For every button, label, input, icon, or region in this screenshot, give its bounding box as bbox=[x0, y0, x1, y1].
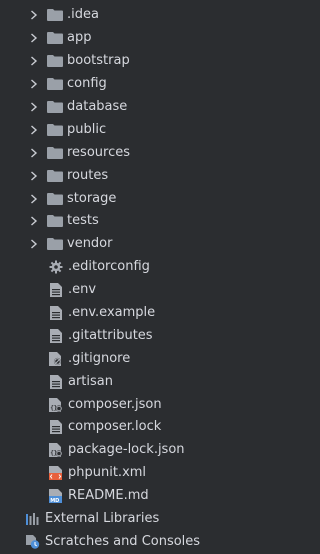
tree-file-label: .env bbox=[68, 282, 97, 298]
tree-file-label: phpunit.xml bbox=[68, 465, 147, 481]
tree-folder-resources[interactable]: resources bbox=[0, 141, 240, 164]
folder-icon bbox=[47, 31, 63, 45]
text-file-icon bbox=[48, 283, 64, 298]
folder-icon bbox=[47, 214, 63, 228]
tree-root-label: Scratches and Consoles bbox=[45, 533, 201, 549]
tree-file-label: README.md bbox=[68, 488, 149, 504]
tree-folder-label: public bbox=[67, 121, 107, 137]
folder-icon bbox=[47, 192, 63, 206]
chevron-right-icon[interactable] bbox=[29, 101, 39, 113]
chevron-right-icon[interactable] bbox=[29, 215, 39, 227]
tree-file-label: composer.json bbox=[68, 396, 162, 412]
tree-file-label: .env.example bbox=[68, 305, 156, 321]
tree-root-label: External Libraries bbox=[45, 511, 160, 527]
tree-external-libraries[interactable]: External Libraries bbox=[0, 508, 240, 531]
chevron-right-icon[interactable] bbox=[29, 193, 39, 205]
chevron-right-icon[interactable] bbox=[29, 170, 39, 182]
ignored-file-icon bbox=[48, 351, 64, 366]
tree-folder-label: vendor bbox=[67, 236, 113, 252]
tree-file-gitattributes[interactable]: .gitattributes bbox=[0, 324, 240, 347]
json-file-icon: {} bbox=[48, 397, 64, 412]
tree-folder-label: bootstrap bbox=[67, 53, 130, 69]
tree-file-label: .gitignore bbox=[68, 350, 131, 366]
folder-icon bbox=[47, 54, 63, 68]
markdown-file-icon: MD bbox=[48, 489, 64, 504]
folder-icon bbox=[47, 146, 63, 160]
tree-folder-idea[interactable]: .idea bbox=[0, 4, 240, 27]
tree-folder-label: app bbox=[67, 30, 92, 46]
tree-file-label: .gitattributes bbox=[68, 327, 153, 343]
tree-file-readme-md[interactable]: MD README.md bbox=[0, 485, 240, 508]
chevron-right-icon[interactable] bbox=[29, 238, 39, 250]
chevron-right-icon[interactable] bbox=[29, 9, 39, 21]
svg-text:MD: MD bbox=[50, 498, 59, 503]
tree-folder-routes[interactable]: routes bbox=[0, 164, 240, 187]
tree-folder-tests[interactable]: tests bbox=[0, 210, 240, 233]
tree-folder-bootstrap[interactable]: bootstrap bbox=[0, 50, 240, 73]
tree-scratches-and-consoles[interactable]: Scratches and Consoles bbox=[0, 530, 240, 553]
text-file-icon bbox=[48, 328, 64, 343]
folder-icon bbox=[47, 123, 63, 137]
tree-file-env-example[interactable]: .env.example bbox=[0, 302, 240, 325]
tree-file-label: composer.lock bbox=[68, 419, 162, 435]
chevron-right-icon[interactable] bbox=[29, 55, 39, 67]
scratches-icon bbox=[25, 534, 41, 549]
text-file-icon bbox=[48, 420, 64, 435]
tree-folder-storage[interactable]: storage bbox=[0, 187, 240, 210]
chevron-right-icon[interactable] bbox=[29, 78, 39, 90]
folder-icon bbox=[47, 237, 63, 251]
tree-folder-label: tests bbox=[67, 213, 99, 229]
tree-folder-label: database bbox=[67, 99, 128, 114]
tree-file-label: package-lock.json bbox=[68, 442, 185, 458]
tree-folder-label: config bbox=[67, 76, 107, 92]
folder-icon bbox=[47, 8, 63, 22]
tree-file-composer-json[interactable]: {} composer.json bbox=[0, 393, 240, 416]
tree-folder-vendor[interactable]: vendor bbox=[0, 233, 240, 256]
chevron-right-icon[interactable] bbox=[29, 124, 39, 136]
tree-file-env[interactable]: .env bbox=[0, 279, 240, 302]
gear-icon bbox=[48, 260, 64, 274]
text-file-icon bbox=[48, 374, 64, 389]
text-file-icon bbox=[48, 306, 64, 321]
json-file-icon: {} bbox=[48, 443, 64, 458]
project-tree-panel: .idea app bootstrap config database publ… bbox=[0, 0, 240, 554]
library-icon bbox=[25, 512, 41, 526]
tree-folder-label: routes bbox=[67, 167, 109, 183]
chevron-right-icon[interactable] bbox=[29, 32, 39, 44]
folder-icon bbox=[47, 100, 63, 114]
tree-folder-label: resources bbox=[67, 144, 131, 160]
folder-icon bbox=[47, 169, 63, 183]
tree-folder-label: storage bbox=[67, 190, 117, 206]
tree-file-artisan[interactable]: artisan bbox=[0, 370, 240, 393]
tree-file-composer-lock[interactable]: composer.lock bbox=[0, 416, 240, 439]
tree-file-gitignore[interactable]: .gitignore bbox=[0, 347, 240, 370]
tree-file-label: artisan bbox=[68, 373, 113, 389]
tree-file-phpunit-xml[interactable]: phpunit.xml bbox=[0, 462, 240, 485]
tree-folder-public[interactable]: public bbox=[0, 118, 240, 141]
chevron-right-icon[interactable] bbox=[29, 147, 39, 159]
tree-file-package-lock-json[interactable]: {} package-lock.json bbox=[0, 439, 240, 462]
tree-folder-database[interactable]: database bbox=[0, 96, 240, 119]
tree-folder-label: .idea bbox=[67, 7, 99, 23]
folder-icon bbox=[47, 77, 63, 91]
tree-file-label: .editorconfig bbox=[68, 259, 150, 275]
tree-folder-config[interactable]: config bbox=[0, 73, 240, 96]
tree-folder-app[interactable]: app bbox=[0, 27, 240, 50]
xml-file-icon bbox=[48, 466, 64, 481]
tree-file-editorconfig[interactable]: .editorconfig bbox=[0, 256, 240, 279]
